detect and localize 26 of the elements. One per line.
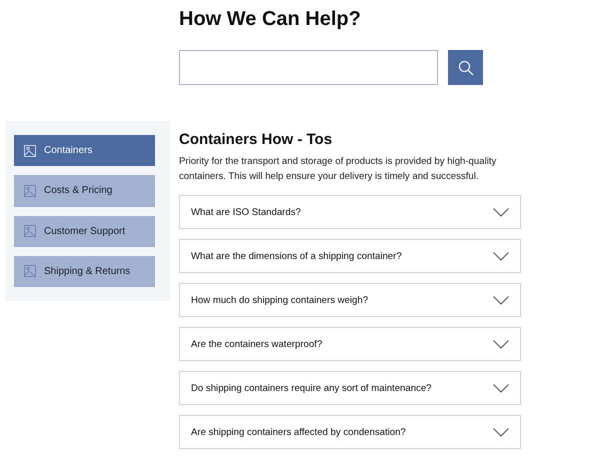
- chevron-icon: [493, 252, 509, 260]
- image-icon: [24, 144, 36, 157]
- image-icon: [24, 225, 36, 238]
- section-title: Containers How - Tos: [179, 131, 334, 148]
- chevron-icon: [493, 384, 509, 392]
- sidebar-item[interactable]: Customer Support: [14, 216, 155, 247]
- image-icon: [24, 265, 36, 278]
- sidebar-item[interactable]: Shipping & Returns: [14, 256, 155, 287]
- page-heading: How We Can Help?: [179, 8, 362, 32]
- faq-item[interactable]: Do shipping containers require any sort of maintenance?: [179, 371, 521, 405]
- image-icon: [24, 184, 36, 197]
- sidebar-item[interactable]: Containers: [14, 135, 155, 166]
- faq-item[interactable]: Are shipping containers affected by condensation?: [179, 415, 521, 449]
- search-field[interactable]: [179, 50, 438, 85]
- faq-item[interactable]: How much do shipping containers weigh?: [179, 283, 521, 317]
- chevron-icon: [493, 340, 509, 348]
- section-description: Priority for the transport and storage of products is provided by high-quality containers. This will help ensure your delivery is timely and successful.: [179, 155, 498, 184]
- faq-item[interactable]: What are the dimensions of a shipping container?: [179, 239, 521, 273]
- search-icon: [458, 60, 474, 76]
- faq-item[interactable]: What are ISO Standards?: [179, 195, 521, 229]
- search-button[interactable]: [448, 50, 483, 85]
- chevron-icon: [493, 208, 509, 216]
- chevron-icon: [493, 296, 509, 304]
- faq-item[interactable]: Are the containers waterproof?: [179, 327, 521, 361]
- chevron-icon: [493, 428, 509, 436]
- sidebar-item[interactable]: Costs & Pricing: [14, 175, 155, 206]
